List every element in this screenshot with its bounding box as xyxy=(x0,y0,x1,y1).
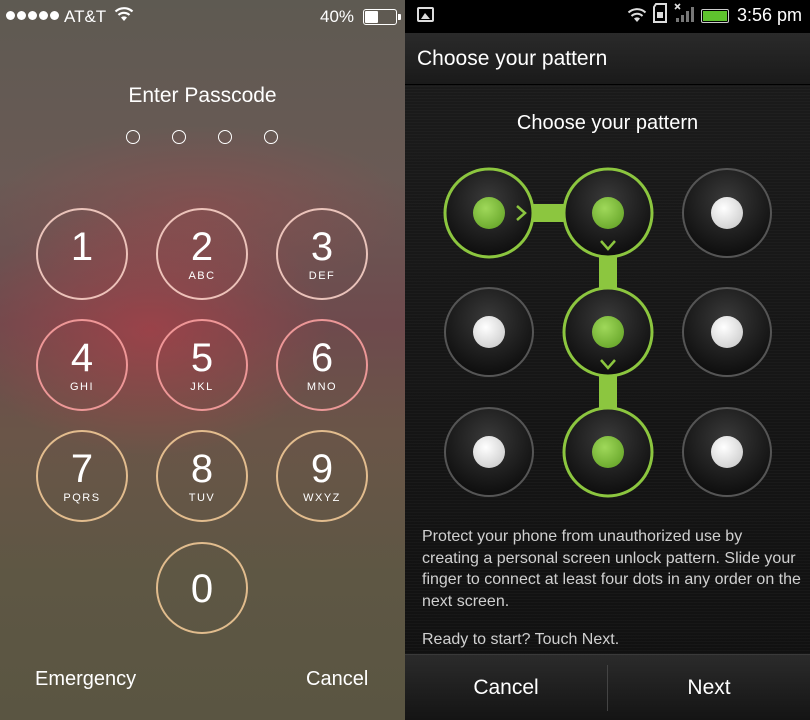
key-digit: 3 xyxy=(310,225,334,269)
ready-prompt: Ready to start? Touch Next. xyxy=(422,631,620,648)
battery-icon xyxy=(701,9,729,23)
gallery-notification-icon xyxy=(417,7,434,22)
keypad-key-8[interactable]: 8 TUV xyxy=(156,430,248,522)
pattern-dot-3[interactable] xyxy=(682,168,772,258)
key-letters: PQRS xyxy=(63,492,101,504)
key-letters: ABC xyxy=(188,270,216,282)
key-letters: WXYZ xyxy=(303,492,341,504)
keypad-key-7[interactable]: 7 PQRS xyxy=(36,430,128,522)
sd-card-icon xyxy=(653,3,667,23)
keypad-key-1[interactable]: 1 xyxy=(36,208,128,300)
emergency-button[interactable]: Emergency xyxy=(35,668,136,691)
keypad-key-0[interactable]: 0 xyxy=(156,542,248,634)
header-title: Choose your pattern xyxy=(417,47,608,70)
pattern-dot-7[interactable] xyxy=(444,407,534,497)
pattern-dot-8[interactable] xyxy=(562,406,654,498)
next-button[interactable]: Next xyxy=(608,655,810,720)
cancel-button[interactable]: Cancel xyxy=(306,668,368,691)
key-digit: 7 xyxy=(70,447,94,491)
signal-strength-icon xyxy=(6,11,59,20)
status-icons xyxy=(627,3,729,23)
passcode-digit-indicator xyxy=(218,130,232,144)
key-digit: 2 xyxy=(190,225,214,269)
keypad-key-4[interactable]: 4 GHI xyxy=(36,319,128,411)
cancel-button[interactable]: Cancel xyxy=(405,655,607,720)
key-digit: 5 xyxy=(190,336,214,380)
ios-status-bar: AT&T 40% xyxy=(0,0,405,32)
key-digit: 0 xyxy=(190,567,214,611)
carrier-name: AT&T xyxy=(64,7,107,26)
key-letters: DEF xyxy=(308,270,336,282)
pattern-dot-2[interactable] xyxy=(562,167,654,259)
battery-percentage: 40% xyxy=(320,7,355,26)
pattern-dot-1[interactable] xyxy=(443,167,535,259)
key-digit: 1 xyxy=(70,225,94,269)
keypad-key-6[interactable]: 6 MNO xyxy=(276,319,368,411)
pattern-description: Protect your phone from unauthorized use… xyxy=(422,528,801,610)
key-digit: 8 xyxy=(190,447,214,491)
app-header: Choose your pattern xyxy=(405,33,810,85)
pattern-dot-9[interactable] xyxy=(682,407,772,497)
wifi-icon xyxy=(627,8,647,22)
key-digit: 4 xyxy=(70,336,94,380)
key-letters: GHI xyxy=(69,381,95,393)
passcode-digit-indicator xyxy=(172,130,186,144)
keypad-key-2[interactable]: 2 ABC xyxy=(156,208,248,300)
clock: 3:56 pm xyxy=(736,5,802,25)
ios-passcode-screen: AT&T 40% Enter Passcode 1 2 ABC 3 DEF 4 … xyxy=(0,0,405,720)
key-letters: MNO xyxy=(306,381,338,393)
wifi-icon xyxy=(114,6,134,27)
pattern-dot-5[interactable] xyxy=(562,286,654,378)
battery-icon xyxy=(363,9,397,25)
pattern-dot-4[interactable] xyxy=(444,287,534,377)
pattern-subtitle: Choose your pattern xyxy=(516,112,699,134)
key-digit: 6 xyxy=(310,336,334,380)
passcode-digit-indicator xyxy=(126,130,140,144)
pattern-dot-6[interactable] xyxy=(682,287,772,377)
no-signal-icon xyxy=(674,3,694,22)
passcode-title: Enter Passcode xyxy=(128,84,277,107)
key-digit: 9 xyxy=(310,447,334,491)
keypad-key-9[interactable]: 9 WXYZ xyxy=(276,430,368,522)
passcode-entry-indicator xyxy=(126,130,278,144)
key-letters: JKL xyxy=(190,381,214,393)
unlock-pattern-grid[interactable] xyxy=(405,150,810,520)
bottom-action-bar: Cancel Next xyxy=(405,654,810,720)
key-letters: TUV xyxy=(188,492,216,504)
passcode-digit-indicator xyxy=(264,130,278,144)
keypad-key-3[interactable]: 3 DEF xyxy=(276,208,368,300)
android-pattern-screen: 3:56 pm Choose your pattern Choose your … xyxy=(405,0,810,720)
keypad-key-5[interactable]: 5 JKL xyxy=(156,319,248,411)
android-status-bar: 3:56 pm xyxy=(405,0,810,33)
